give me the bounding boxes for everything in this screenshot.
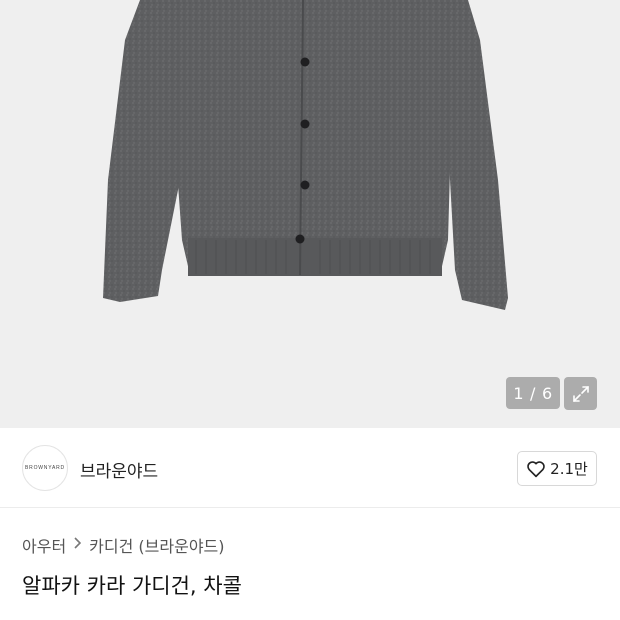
breadcrumb-item-cardigan[interactable]: 카디건 (브라운야드) — [89, 533, 224, 557]
product-title: 알파카 카라 가디건, 차콜 — [22, 574, 242, 598]
seller-avatar[interactable]: BROWNYARD — [22, 445, 68, 491]
product-image-gallery[interactable]: 1 / 6 — [0, 0, 620, 428]
product-image — [103, 0, 508, 310]
seller-name[interactable]: 브라운야드 — [80, 457, 158, 482]
like-count: 2.1만 — [550, 460, 588, 478]
heart-icon — [527, 460, 545, 477]
like-button[interactable]: 2.1만 — [517, 451, 597, 486]
chevron-right-icon — [73, 537, 82, 553]
total-pages: 6 — [541, 383, 553, 403]
breadcrumb: 아우터 카디건 (브라운야드) — [22, 533, 225, 557]
breadcrumb-item-outer[interactable]: 아우터 — [22, 533, 66, 557]
expand-icon — [572, 385, 589, 402]
seller-row: BROWNYARD 브라운야드 2.1만 — [0, 428, 620, 508]
current-page: 1 — [513, 383, 525, 403]
page-separator: / — [530, 383, 536, 403]
image-page-indicator: 1 / 6 — [506, 377, 560, 409]
seller-logo: BROWNYARD — [25, 465, 65, 471]
expand-image-button[interactable] — [564, 377, 597, 410]
